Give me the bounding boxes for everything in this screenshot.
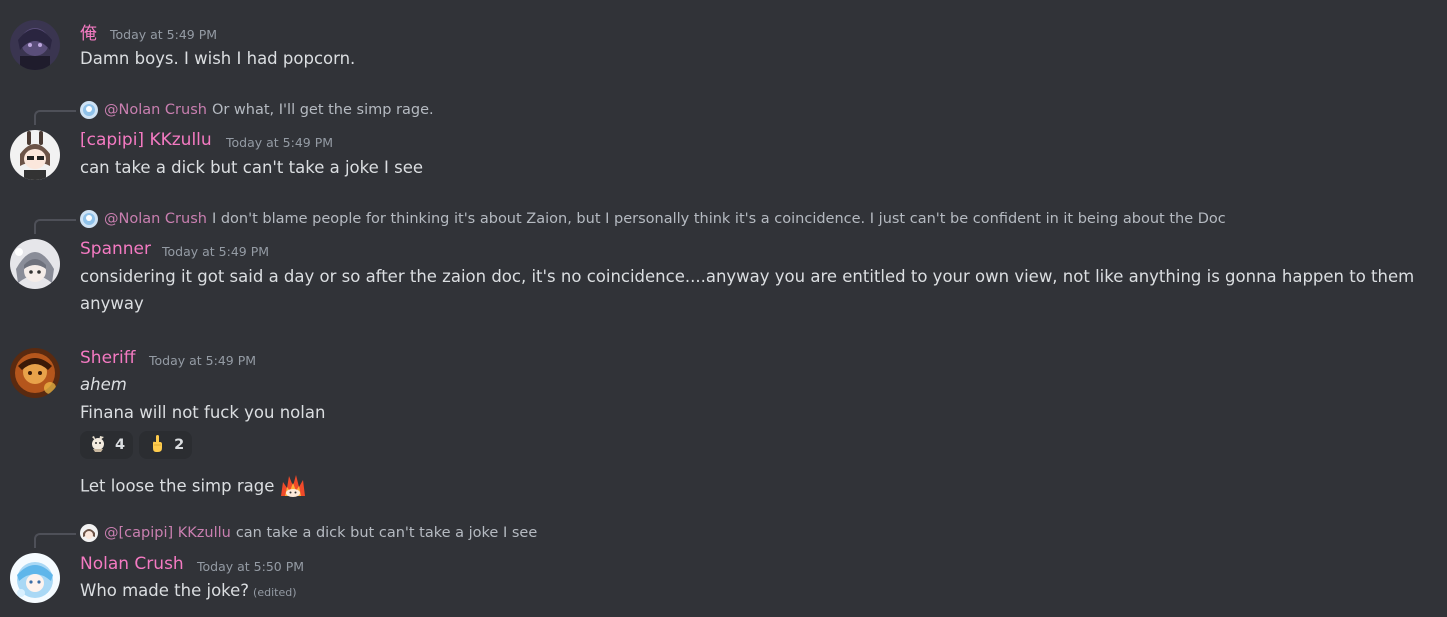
timestamp: Today at 5:49 PM — [149, 353, 257, 368]
reaction-custom[interactable]: 4 — [80, 431, 134, 459]
edited-label: (edited) — [253, 586, 297, 599]
message-text: considering it got said a day or so afte… — [80, 267, 1415, 286]
reply-username[interactable]: @[capipi] KKzullu — [104, 525, 231, 541]
reaction-middle-finger[interactable]: 2 — [139, 431, 193, 459]
user-avatar[interactable] — [10, 553, 60, 603]
username[interactable]: Spanner — [80, 239, 151, 259]
reply-connector — [34, 533, 76, 548]
user-avatar[interactable] — [10, 239, 60, 289]
timestamp: Today at 5:49 PM — [110, 27, 218, 42]
reply-connector — [34, 110, 76, 125]
reply-text[interactable]: I don't blame people for thinking it's a… — [212, 211, 1226, 227]
reaction-count: 2 — [174, 437, 185, 453]
reply-avatar — [80, 210, 98, 228]
user-avatar[interactable] — [10, 20, 60, 70]
timestamp: Today at 5:50 PM — [197, 559, 305, 574]
reply-reference[interactable]: @Nolan Crush Or what, I'll get the simp … — [80, 100, 434, 120]
message-1: 俺 Today at 5:49 PM Damn boys. I wish I h… — [0, 0, 1447, 80]
reply-avatar — [80, 524, 98, 542]
timestamp: Today at 5:49 PM — [162, 244, 270, 259]
middle-finger-emoji-icon — [147, 433, 167, 457]
reaction-count: 4 — [115, 437, 126, 453]
reactions-bar: 4 2 — [80, 431, 193, 459]
reply-text[interactable]: can take a dick but can't take a joke I … — [236, 525, 537, 541]
user-avatar[interactable] — [10, 130, 60, 180]
message-text: Finana will not fuck you nolan — [80, 403, 326, 422]
user-avatar[interactable] — [10, 348, 60, 398]
reply-reference[interactable]: @[capipi] KKzullu can take a dick but ca… — [80, 523, 537, 543]
message-line: Who made the joke? (edited) — [80, 581, 297, 600]
username[interactable]: 俺 — [80, 19, 97, 44]
reply-username[interactable]: @Nolan Crush — [104, 102, 207, 118]
custom-character-emoji-icon — [88, 433, 108, 457]
message-text: Damn boys. I wish I had popcorn. — [80, 49, 356, 68]
timestamp: Today at 5:49 PM — [226, 135, 334, 150]
message-text: ahem — [80, 375, 127, 394]
message-text-continued: anyway — [80, 294, 144, 313]
message-text: Who made the joke? — [80, 581, 250, 600]
reply-text[interactable]: Or what, I'll get the simp rage. — [212, 102, 434, 118]
reply-connector — [34, 219, 76, 234]
username[interactable]: [capipi] KKzullu — [80, 130, 212, 150]
reply-avatar — [80, 101, 98, 119]
username[interactable]: Sheriff — [80, 348, 135, 368]
message-text: can take a dick but can't take a joke I … — [80, 158, 424, 177]
reply-reference[interactable]: @Nolan Crush I don't blame people for th… — [80, 209, 1226, 229]
username[interactable]: Nolan Crush — [80, 554, 184, 574]
message-followup: Let loose the simp rage — [80, 472, 308, 502]
message-text: Let loose the simp rage — [80, 476, 275, 496]
simp-rage-emoji-icon — [278, 472, 308, 502]
reply-username[interactable]: @Nolan Crush — [104, 211, 207, 227]
